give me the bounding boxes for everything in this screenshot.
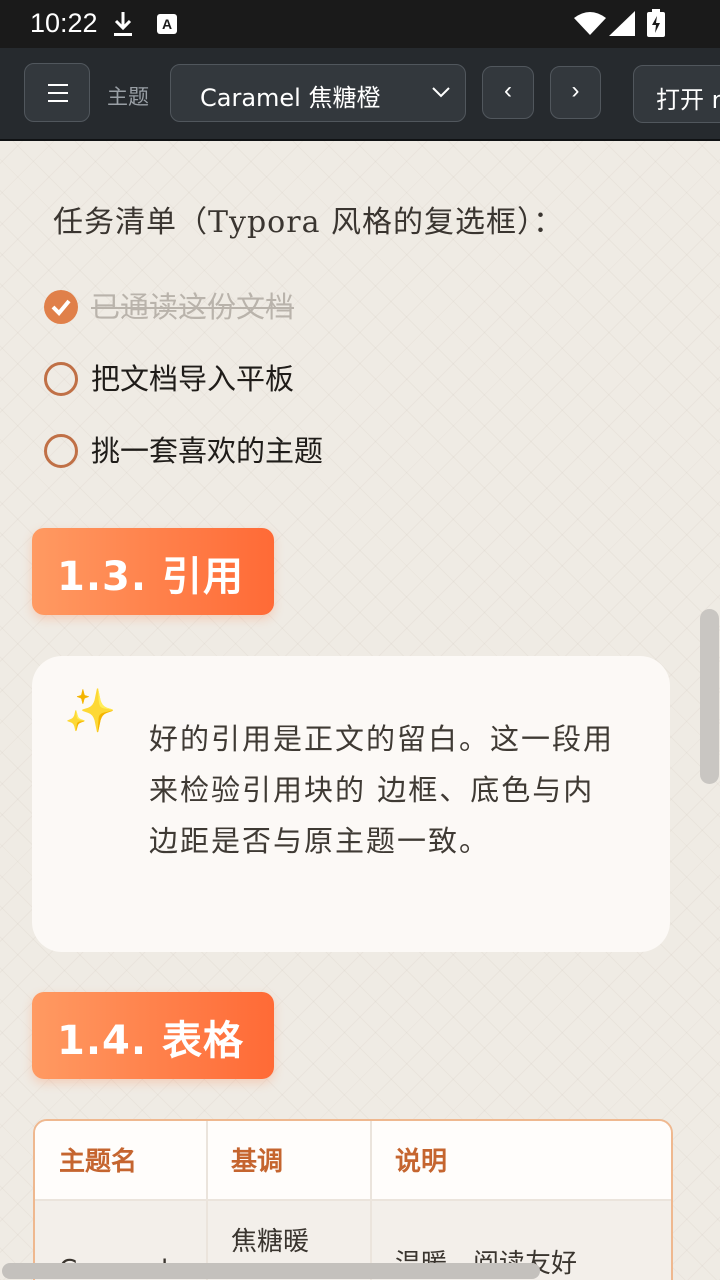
document-content: 任务清单（Typora 风格的复选框）： 已通读这份文档 把文档导入平板 挑一套… [0, 139, 720, 1280]
toolbar: 主题 Caramel 焦糖橙 ‹ › 打开 m [0, 48, 720, 141]
prev-theme-button[interactable]: ‹ [482, 66, 534, 119]
table-header-cell: 主题名 [59, 1147, 138, 1177]
checkbox-checked-icon[interactable] [44, 290, 78, 324]
wifi-icon [574, 12, 606, 35]
table-header-cell: 说明 [395, 1147, 448, 1177]
status-time: 10:22 [30, 8, 98, 38]
chevron-down-icon [432, 87, 450, 98]
open-file-label: 打开 m [656, 86, 720, 114]
a-badge-icon: A [157, 14, 177, 34]
quote-text: 好的引用是正文的留白。这一段用来检验引用块的 边框、底色与内边距是否与原主题一致… [149, 722, 615, 858]
section-heading-quote: 1.3. 引用 [32, 528, 274, 615]
theme-label: 主题 [107, 85, 149, 109]
checkbox-unchecked-icon[interactable] [44, 434, 78, 468]
next-theme-button[interactable]: › [550, 66, 601, 119]
horizontal-scrollbar[interactable] [2, 1263, 540, 1279]
task-label: 已通读这份文档 [91, 290, 295, 324]
checkbox-unchecked-icon[interactable] [44, 362, 78, 396]
signal-icon [609, 11, 635, 36]
battery-charging-icon [647, 9, 665, 37]
table-header-cell: 基调 [231, 1147, 284, 1177]
status-bar: 10:22 A [0, 0, 720, 48]
task-label: 挑一套喜欢的主题 [91, 434, 324, 468]
blockquote: ✨ 好的引用是正文的留白。这一段用来检验引用块的 边框、底色与内边距是否与原主题… [32, 656, 670, 952]
open-file-button[interactable]: 打开 m [633, 65, 720, 123]
vertical-scrollbar[interactable] [700, 609, 719, 784]
chevron-right-icon: › [571, 77, 580, 104]
menu-button[interactable] [24, 63, 90, 122]
theme-select-value: Caramel 焦糖橙 [200, 84, 381, 112]
task-label: 把文档导入平板 [91, 362, 295, 396]
chevron-left-icon: ‹ [504, 77, 512, 104]
theme-table: 主题名 基调 说明 Caramel 焦糖暖 温暖，阅读友好 [33, 1119, 673, 1280]
tasks-title: 任务清单（Typora 风格的复选框）： [53, 205, 564, 240]
table-header-row: 主题名 基调 说明 [35, 1121, 671, 1199]
section-heading-table: 1.4. 表格 [32, 992, 274, 1079]
download-icon [114, 12, 132, 36]
heading-text: 1.3. 引用 [57, 554, 244, 600]
theme-select[interactable]: Caramel 焦糖橙 [170, 64, 466, 122]
heading-text: 1.4. 表格 [57, 1018, 244, 1064]
sparkles-icon: ✨ [64, 686, 117, 735]
